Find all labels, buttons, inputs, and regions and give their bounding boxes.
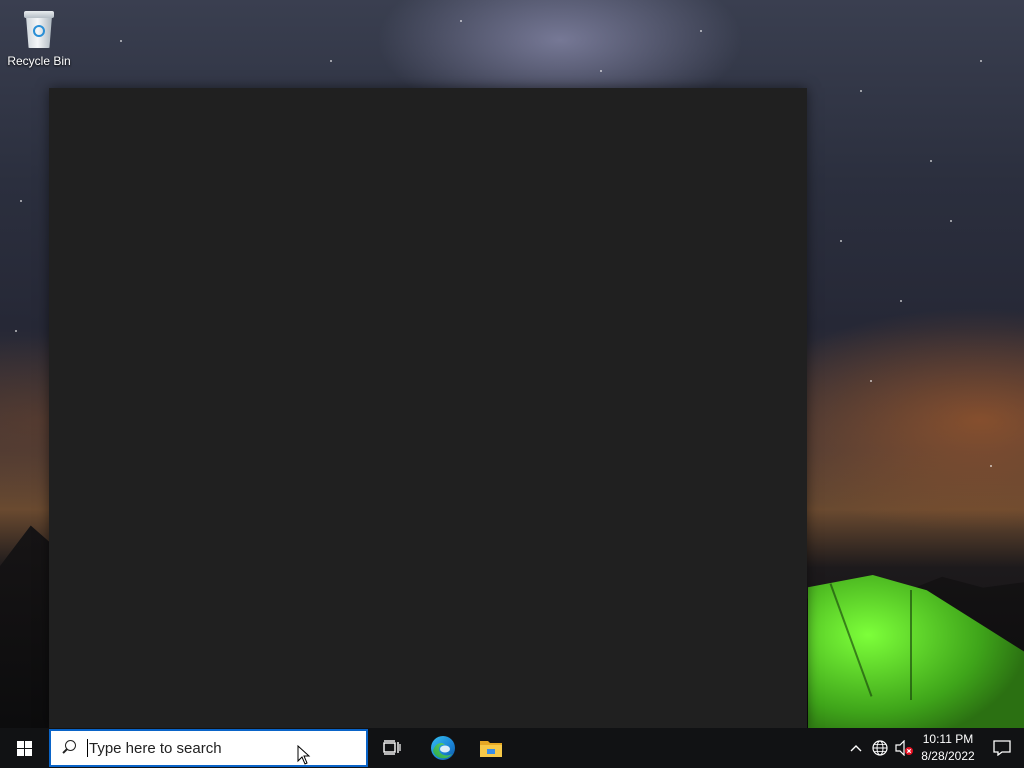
- recycle-bin-icon: [22, 8, 56, 48]
- windows-logo-icon: [16, 740, 32, 756]
- text-caret: [87, 739, 88, 757]
- start-button[interactable]: [0, 728, 48, 768]
- edge-icon: [431, 736, 455, 760]
- network-button[interactable]: [868, 728, 892, 768]
- globe-icon: [872, 740, 888, 756]
- task-view-icon: [383, 740, 401, 755]
- task-view-button[interactable]: [368, 728, 416, 768]
- volume-button[interactable]: [892, 728, 916, 768]
- file-explorer-button[interactable]: [467, 728, 515, 768]
- search-placeholder: Type here to search: [89, 739, 222, 757]
- edge-button[interactable]: [419, 728, 467, 768]
- volume-muted-icon: [895, 740, 913, 756]
- clock-date: 8/28/2022: [921, 749, 975, 763]
- show-hidden-icons-button[interactable]: [844, 728, 868, 768]
- chevron-up-icon: [850, 745, 862, 752]
- mouse-pointer-icon: [297, 745, 311, 765]
- clock[interactable]: 10:11 PM 8/28/2022: [916, 731, 980, 765]
- taskbar: Type here to search 10:11 PM 8/28/2022: [0, 728, 1024, 768]
- tent-seam: [910, 590, 912, 700]
- search-icon: [61, 740, 77, 756]
- folder-icon: [480, 741, 502, 757]
- notification-icon: [993, 740, 1011, 756]
- clock-time: 10:11 PM: [922, 732, 974, 746]
- desktop-icon-recycle-bin[interactable]: Recycle Bin: [4, 6, 74, 76]
- system-tray: 10:11 PM 8/28/2022: [844, 728, 1024, 768]
- search-flyout-panel: [49, 88, 807, 728]
- search-input[interactable]: Type here to search: [49, 729, 368, 767]
- desktop-icon-label: Recycle Bin: [7, 54, 71, 68]
- action-center-button[interactable]: [980, 728, 1024, 768]
